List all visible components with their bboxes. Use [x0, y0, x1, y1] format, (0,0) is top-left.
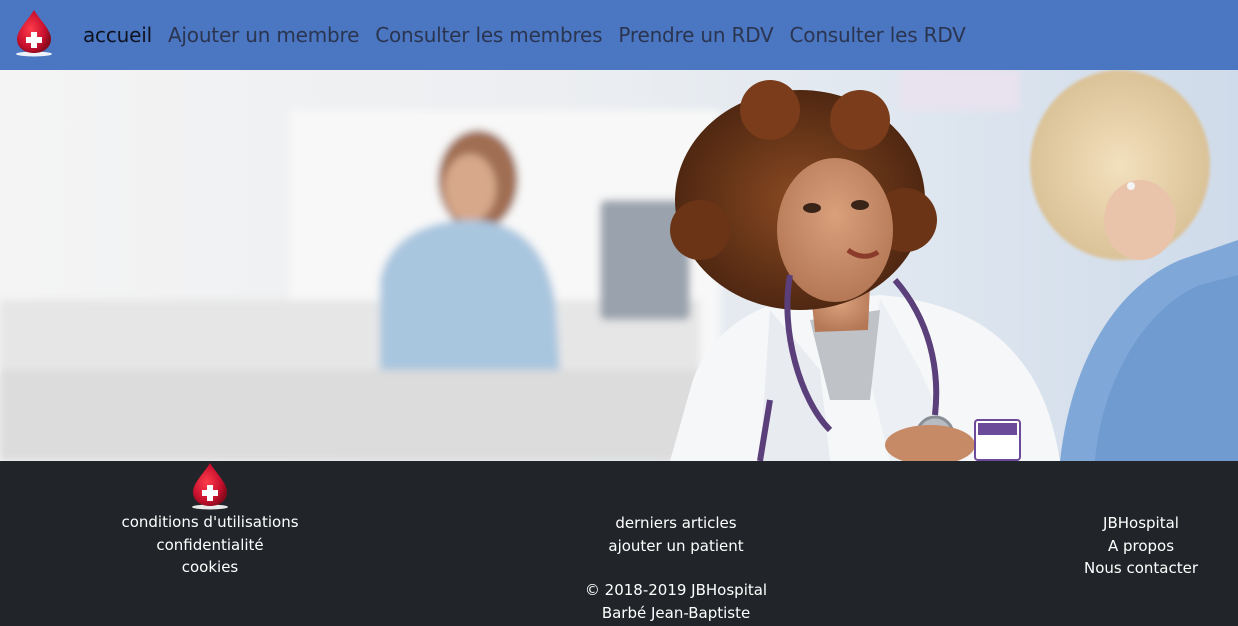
footer-right-links: JBHospital A propos Nous contacter: [1060, 461, 1222, 580]
footer-link-a-propos[interactable]: A propos: [1060, 535, 1222, 558]
footer-link-ajouter-patient[interactable]: ajouter un patient: [576, 535, 776, 558]
footer-link-cookies[interactable]: cookies: [110, 556, 310, 579]
nav-link-accueil[interactable]: accueil: [83, 23, 152, 47]
footer-link-conditions[interactable]: conditions d'utilisations: [110, 511, 310, 534]
nav-links: accueil Ajouter un membre Consulter les …: [83, 0, 982, 70]
author-text: Barbé Jean-Baptiste: [601, 603, 751, 622]
blood-drop-cross-icon[interactable]: [190, 461, 230, 511]
footer-middle-column: derniers articles ajouter un patient: [576, 461, 776, 557]
footer-link-confidentialite[interactable]: confidentialité: [110, 534, 310, 557]
footer-link-nous-contacter[interactable]: Nous contacter: [1060, 557, 1222, 580]
footer-link-derniers-articles[interactable]: derniers articles: [576, 512, 776, 535]
footer-copyright: © 2018-2019 JBHospital Barbé Jean-Baptis…: [576, 579, 776, 624]
hero-banner-image: [0, 70, 1238, 461]
footer-left-links: conditions d'utilisations confidentialit…: [110, 511, 310, 579]
copyright-text: © 2018-2019 JBHospital: [584, 581, 768, 599]
footer-middle-links: derniers articles ajouter un patient: [576, 461, 776, 557]
navbar: accueil Ajouter un membre Consulter les …: [0, 0, 1238, 70]
footer-link-jbhospital[interactable]: JBHospital: [1060, 512, 1222, 535]
nav-link-consulter-rdv[interactable]: Consulter les RDV: [790, 23, 966, 47]
nav-link-prendre-rdv[interactable]: Prendre un RDV: [618, 23, 773, 47]
blood-drop-cross-icon[interactable]: [14, 8, 54, 58]
footer-left-column: conditions d'utilisations confidentialit…: [110, 461, 310, 579]
footer-right-column: JBHospital A propos Nous contacter: [1060, 461, 1222, 580]
footer: conditions d'utilisations confidentialit…: [0, 461, 1238, 626]
nav-link-consulter-membres[interactable]: Consulter les membres: [375, 23, 602, 47]
nav-link-ajouter-membre[interactable]: Ajouter un membre: [168, 23, 359, 47]
